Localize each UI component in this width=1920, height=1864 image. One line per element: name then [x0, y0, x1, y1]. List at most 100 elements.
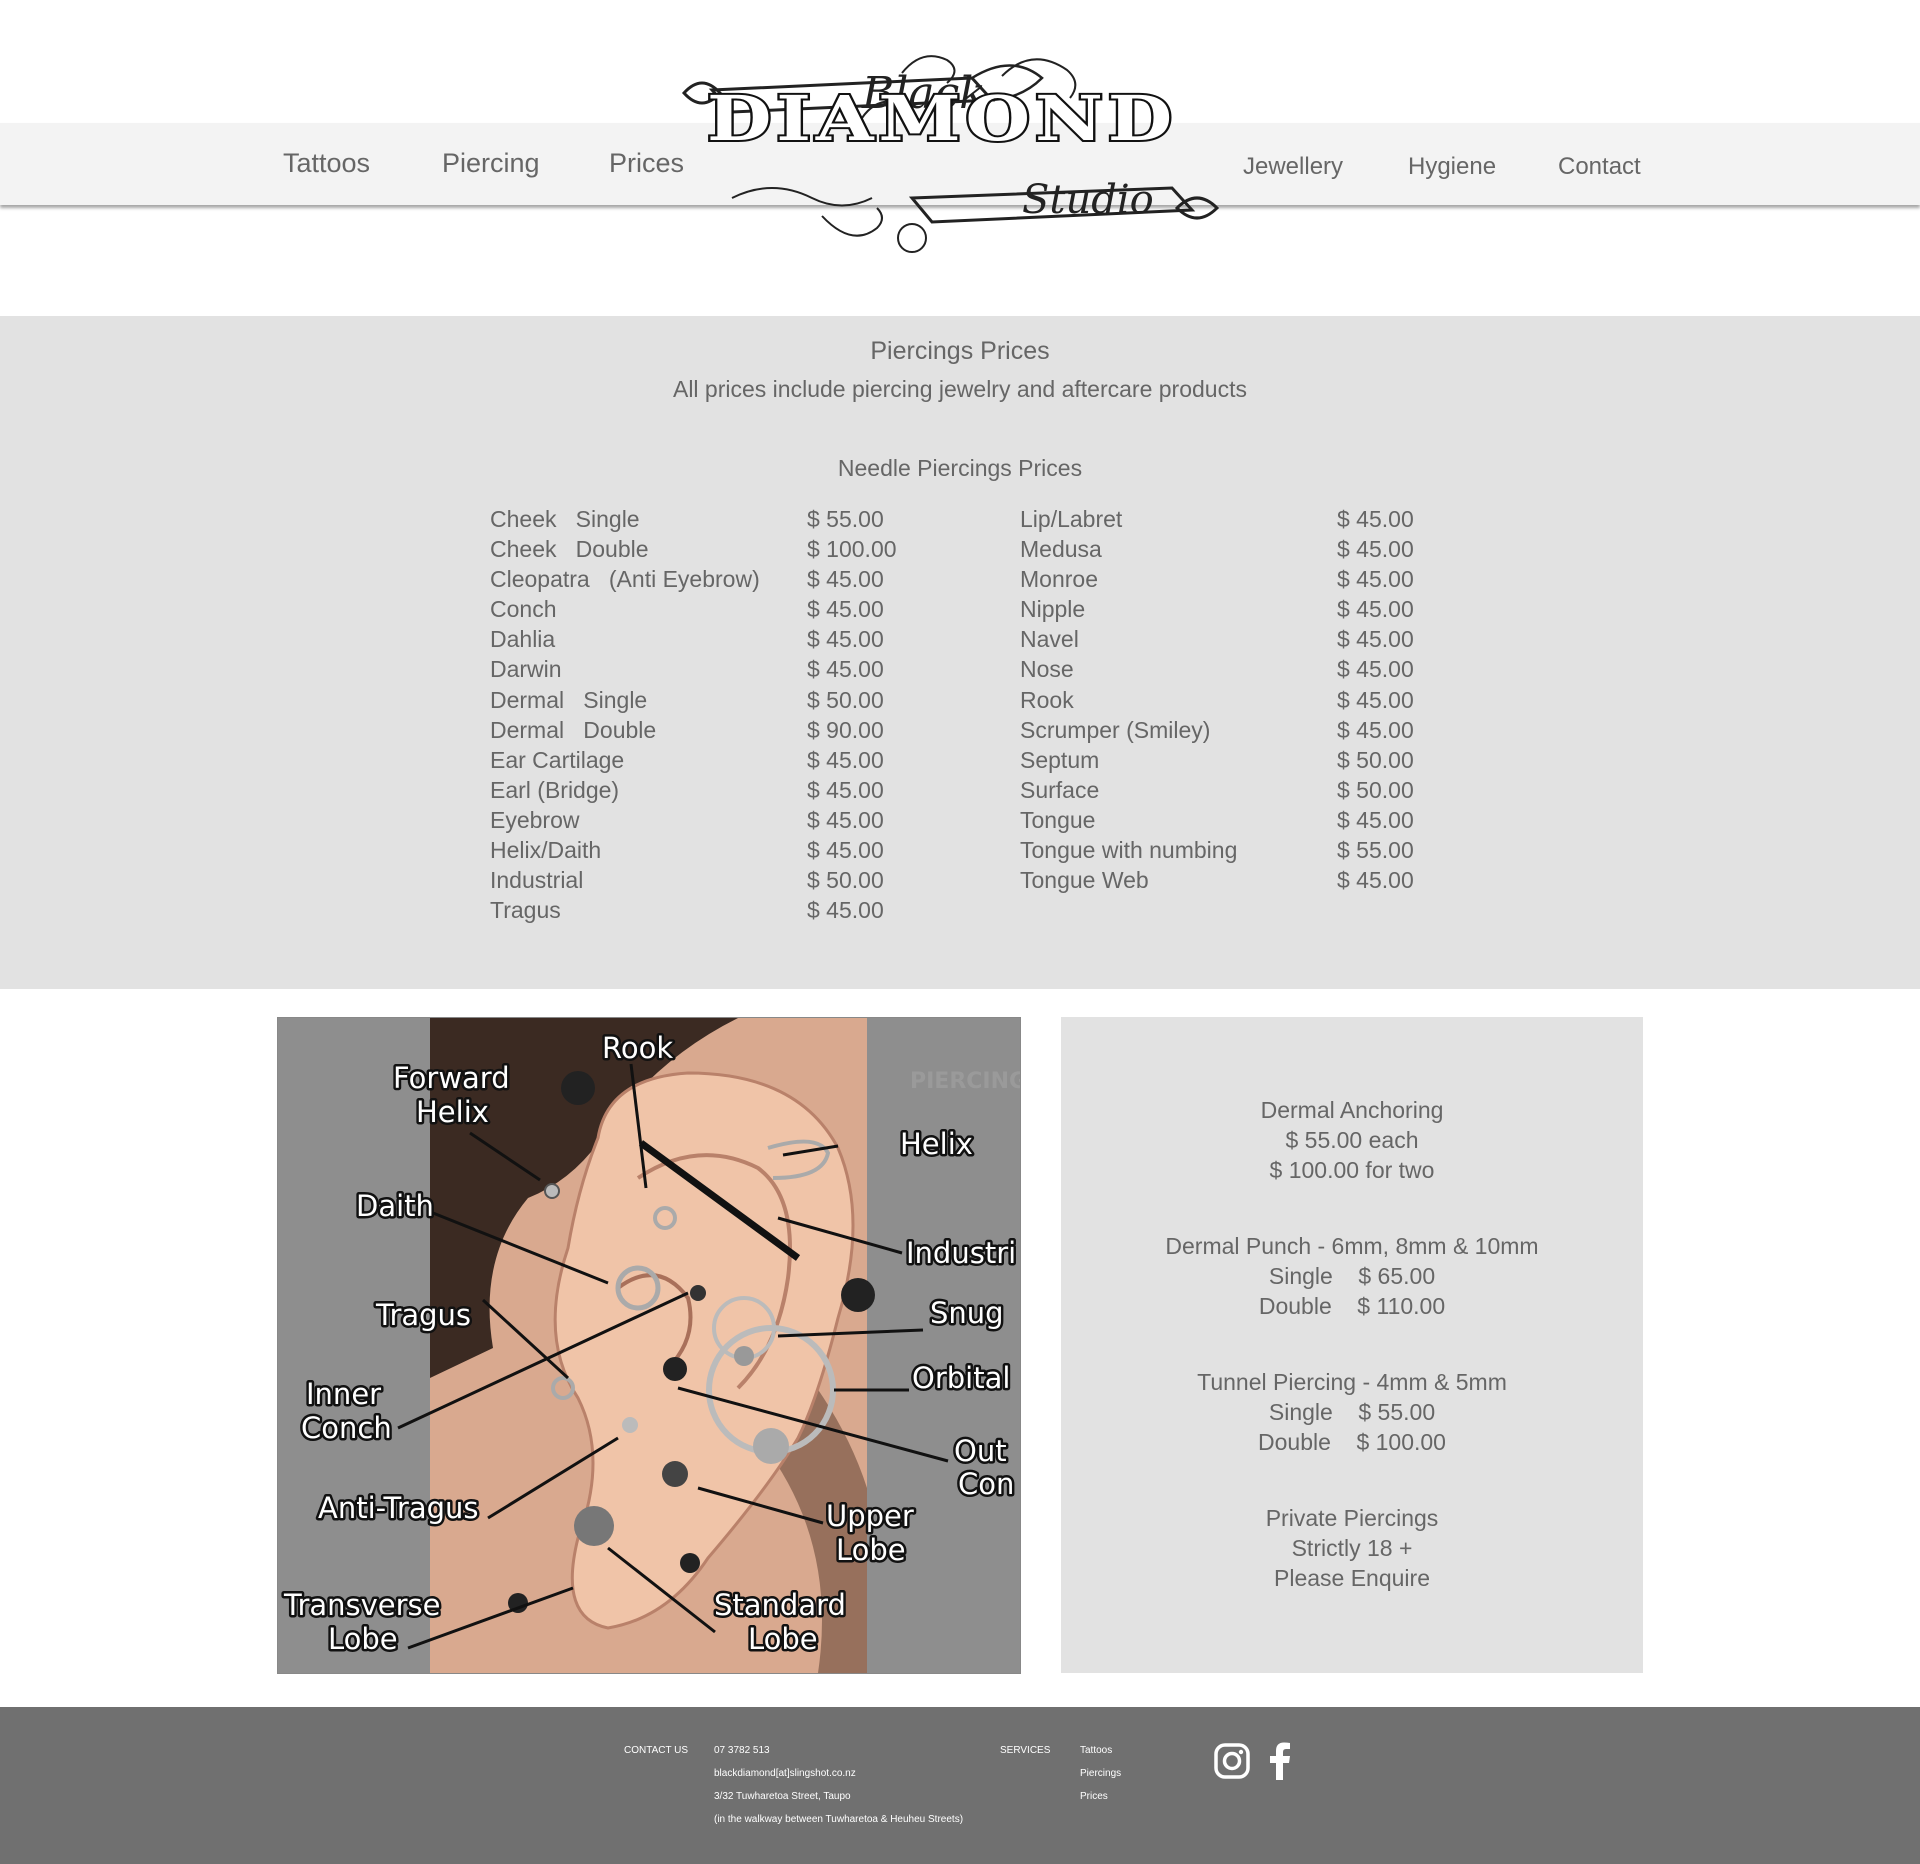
label-transverse-lobe-line1: Transverse — [283, 1588, 441, 1622]
label-forward-helix-line1: Forward — [393, 1061, 510, 1095]
dermal-anchoring-two: $ 100.00 for two — [1269, 1157, 1435, 1183]
label-upper-lobe-line2: Lobe — [836, 1533, 906, 1567]
piercing-name: Scrumper (Smiley) — [1020, 716, 1211, 743]
piercing-price: $ 45.00 — [807, 746, 884, 773]
piercing-name: Navel — [1020, 626, 1079, 653]
nav-tattoos[interactable]: Tattoos — [283, 148, 370, 179]
piercing-price: $ 45.00 — [807, 656, 884, 683]
label-snug: Snug — [930, 1296, 1004, 1330]
private-piercings-title: Private Piercings — [1265, 1505, 1439, 1531]
nav-contact[interactable]: Contact — [1558, 153, 1641, 181]
label-daith: Daith — [356, 1189, 434, 1223]
piercing-price: $ 45.00 — [1337, 566, 1414, 593]
piercing-price: $ 45.00 — [1337, 596, 1414, 623]
diagram-watermark: PIERCING — [910, 1069, 1020, 1094]
piercing-price: $ 50.00 — [807, 686, 884, 713]
footer-address-note: (in the walkway between Tuwharetoa & Heu… — [714, 1814, 964, 1825]
label-standard-lobe-line2: Lobe — [748, 1622, 818, 1656]
piercing-name: Nose — [1020, 656, 1074, 683]
footer: CONTACT US 07 3782 513 blackdiamond[at]s… — [0, 1707, 1920, 1864]
label-inner-conch-line2: Conch — [301, 1411, 392, 1445]
piercing-name: Ear Cartilage — [490, 746, 625, 773]
piercing-name: Earl (Bridge) — [490, 776, 620, 803]
piercing-name: Medusa — [1020, 536, 1102, 563]
dermal-punch-block: Dermal Punch - 6mm, 8mm & 10mm Single $ … — [1061, 1231, 1643, 1321]
footer-address: 3/32 Tuwharetoa Street, Taupo — [714, 1791, 851, 1802]
tunnel-piercing-double: Double $ 100.00 — [1258, 1429, 1446, 1455]
footer-phone[interactable]: 07 3782 513 — [714, 1745, 770, 1756]
footer-link-tattoos[interactable]: Tattoos — [1080, 1745, 1112, 1756]
label-industrial: Industri — [906, 1236, 1016, 1270]
label-upper-lobe-line1: Upper — [826, 1499, 914, 1533]
piercing-price: $ 45.00 — [1337, 506, 1414, 532]
label-outer-conch-line2: Con — [958, 1467, 1014, 1501]
tunnel-piercing-single: Single $ 55.00 — [1268, 1399, 1436, 1425]
label-orbital: Orbital — [912, 1361, 1010, 1395]
private-piercings-age: Strictly 18 + — [1291, 1535, 1413, 1561]
label-inner-conch-line1: Inner — [306, 1377, 381, 1411]
footer-contact-heading: CONTACT US — [624, 1745, 689, 1756]
piercing-price: $ 45.00 — [807, 837, 884, 864]
footer-link-piercings[interactable]: Piercings — [1080, 1768, 1121, 1779]
piercing-price: $ 55.00 — [807, 506, 884, 532]
piercing-price: $ 45.00 — [807, 626, 884, 653]
logo-diamond-text: DIAMOND — [707, 82, 1177, 155]
piercing-name: Helix/Daith — [490, 837, 602, 864]
piercing-price: $ 45.00 — [807, 897, 884, 924]
piercing-name: Monroe — [1020, 566, 1098, 593]
piercing-name: Cheek Single — [490, 506, 640, 532]
piercing-price: $ 55.00 — [1337, 837, 1414, 864]
piercing-price: $ 45.00 — [1337, 656, 1414, 683]
piercing-price: $ 45.00 — [807, 806, 884, 833]
prices-section: Piercings Prices All prices include pier… — [0, 316, 1920, 989]
prices-subtitle: All prices include piercing jewelry and … — [672, 376, 1247, 402]
piercing-name: Rook — [1020, 686, 1074, 713]
black-diamond-logo[interactable]: Black DIAMOND Studio — [672, 48, 1232, 258]
piercing-price: $ 90.00 — [807, 716, 884, 743]
piercing-name: Conch — [490, 596, 557, 623]
dermal-anchoring-each: $ 55.00 each — [1285, 1127, 1419, 1153]
piercing-name: Septum — [1020, 746, 1100, 773]
piercing-price: $ 45.00 — [807, 596, 884, 623]
piercing-name: Cheek Double — [490, 536, 649, 563]
instagram-icon[interactable] — [1213, 1742, 1251, 1780]
nav-piercing[interactable]: Piercing — [442, 148, 540, 179]
footer-email[interactable]: blackdiamond[at]slingshot.co.nz — [714, 1768, 856, 1779]
label-forward-helix-line2: Helix — [416, 1095, 489, 1129]
dermal-punch-title: Dermal Punch - 6mm, 8mm & 10mm — [1165, 1233, 1539, 1259]
piercing-name: Tongue Web — [1020, 867, 1149, 894]
piercing-price: $ 45.00 — [1337, 626, 1414, 653]
nav-jewellery[interactable]: Jewellery — [1243, 153, 1343, 181]
private-piercings-block: Private Piercings Strictly 18 + Please E… — [1061, 1503, 1643, 1593]
label-tragus: Tragus — [375, 1298, 471, 1332]
prices-title: Piercings Prices — [870, 337, 1050, 365]
piercing-name: Dermal Double — [490, 716, 657, 743]
piercing-name: Dermal Single — [490, 686, 648, 713]
label-anti-tragus: Anti-Tragus — [318, 1491, 479, 1525]
piercing-name: Industrial — [490, 867, 584, 894]
piercing-name: Dahlia — [490, 626, 556, 653]
piercing-name: Tongue with numbing — [1020, 837, 1238, 864]
piercing-name: Eyebrow — [490, 806, 580, 833]
piercing-price: $ 45.00 — [807, 566, 884, 593]
label-standard-lobe-line1: Standard — [714, 1588, 846, 1622]
tunnel-piercing-title: Tunnel Piercing - 4mm & 5mm — [1197, 1369, 1507, 1395]
piercing-price: $ 50.00 — [1337, 746, 1414, 773]
facebook-icon[interactable] — [1266, 1742, 1294, 1780]
piercing-price: $ 45.00 — [1337, 686, 1414, 713]
footer-services-heading: SERVICES — [1000, 1745, 1051, 1756]
piercing-name: Cleopatra (Anti Eyebrow) — [490, 566, 760, 593]
footer-link-prices[interactable]: Prices — [1080, 1791, 1108, 1802]
piercing-price: $ 45.00 — [807, 776, 884, 803]
ear-illustration: PIERCING Rook Forward Helix Helix Daith … — [278, 1018, 1020, 1673]
extra-prices-box: Dermal Anchoring $ 55.00 each $ 100.00 f… — [1061, 1017, 1643, 1673]
needle-prices-title: Needle Piercings Prices — [837, 455, 1083, 481]
piercing-price: $ 45.00 — [1337, 867, 1414, 894]
tunnel-piercing-block: Tunnel Piercing - 4mm & 5mm Single $ 55.… — [1061, 1367, 1643, 1457]
piercing-name: Surface — [1020, 776, 1100, 803]
label-helix: Helix — [900, 1127, 973, 1161]
piercing-name: Darwin — [490, 656, 562, 683]
piercing-price: $ 45.00 — [1337, 806, 1414, 833]
nav-hygiene[interactable]: Hygiene — [1408, 153, 1496, 181]
label-outer-conch-line1: Out — [954, 1434, 1007, 1468]
